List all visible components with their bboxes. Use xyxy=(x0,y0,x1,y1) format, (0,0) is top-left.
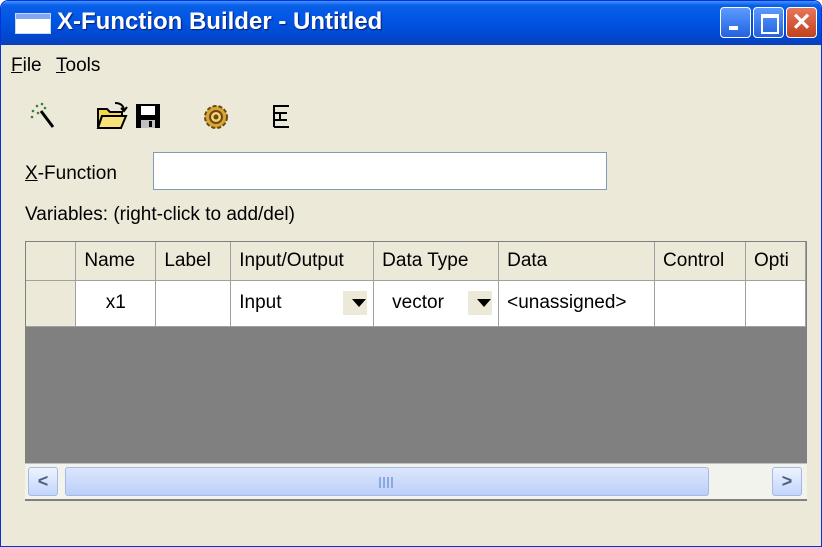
table-row[interactable]: x1 Input vector <unassigned> xyxy=(26,280,806,327)
maximize-button[interactable] xyxy=(753,7,784,38)
menu-bar: File Tools xyxy=(1,45,821,85)
menu-tools-label: ools xyxy=(65,55,101,76)
x-function-label-text: -Function xyxy=(37,163,117,184)
column-header-control[interactable]: Control xyxy=(654,242,746,281)
x-function-builder-window: X-Function Builder - Untitled ✕ File Too… xyxy=(0,0,822,547)
dropdown-arrow-icon[interactable] xyxy=(343,291,368,315)
maximize-icon xyxy=(754,8,783,37)
cell-name[interactable]: x1 xyxy=(75,280,157,327)
grid-corner-cell[interactable] xyxy=(26,242,77,281)
window-title: X-Function Builder - Untitled xyxy=(57,8,383,35)
scroll-left-button[interactable]: < xyxy=(28,467,58,496)
cell-data-type-dropdown[interactable]: vector xyxy=(373,280,500,327)
toolbar xyxy=(1,91,821,147)
scrollbar-thumb[interactable] xyxy=(65,467,709,496)
cell-input-output-dropdown[interactable]: Input xyxy=(230,280,375,327)
cell-option[interactable] xyxy=(745,280,806,327)
minimize-button[interactable] xyxy=(720,7,751,38)
new-wand-icon[interactable] xyxy=(27,99,61,133)
column-header-label[interactable]: Label xyxy=(155,242,232,281)
open-folder-icon[interactable] xyxy=(95,99,129,133)
column-header-data-type[interactable]: Data Type xyxy=(373,242,500,281)
menu-tools-accel: T xyxy=(56,55,66,76)
variables-grid[interactable]: Name Label Input/Output Data Type Data C… xyxy=(25,241,807,501)
column-header-data[interactable]: Data xyxy=(498,242,656,281)
table-header-row: Name Label Input/Output Data Type Data C… xyxy=(26,242,806,281)
cell-label[interactable] xyxy=(155,280,232,327)
menu-file-label: ile xyxy=(22,55,42,76)
column-header-input-output[interactable]: Input/Output xyxy=(230,242,375,281)
minimize-icon xyxy=(721,8,750,37)
x-function-name-input[interactable] xyxy=(153,152,607,190)
menu-file-accel: F xyxy=(11,55,23,76)
close-icon: ✕ xyxy=(791,9,812,36)
close-button[interactable]: ✕ xyxy=(786,7,817,38)
horizontal-scrollbar[interactable]: < > xyxy=(25,463,807,499)
menu-tools[interactable]: Tools xyxy=(56,55,100,77)
cell-control[interactable] xyxy=(654,280,746,327)
chevron-left-icon: < xyxy=(37,471,49,491)
title-bar[interactable]: X-Function Builder - Untitled ✕ xyxy=(1,1,821,45)
app-icon xyxy=(15,13,51,34)
scrollbar-grip-icon xyxy=(379,477,395,488)
variables-table: Name Label Input/Output Data Type Data C… xyxy=(26,242,806,327)
save-disk-icon[interactable] xyxy=(132,99,166,133)
row-header[interactable] xyxy=(26,280,77,327)
chevron-right-icon: > xyxy=(781,471,793,491)
cell-data[interactable]: <unassigned> xyxy=(498,280,656,327)
column-header-name[interactable]: Name xyxy=(75,242,157,281)
scroll-right-button[interactable]: > xyxy=(772,467,802,496)
cell-data-type-value: vector xyxy=(392,292,444,313)
menu-file[interactable]: File xyxy=(11,55,42,77)
x-function-label-accel: X xyxy=(25,163,38,184)
compile-gear-icon[interactable] xyxy=(199,99,233,133)
variables-label: Variables: (right-click to add/del) xyxy=(25,204,295,225)
tree-view-icon[interactable] xyxy=(267,99,301,133)
x-function-label: X-Function xyxy=(25,163,117,185)
dropdown-arrow-icon[interactable] xyxy=(468,291,493,315)
column-header-option[interactable]: Opti xyxy=(745,242,806,281)
cell-input-output-value: Input xyxy=(239,292,282,313)
